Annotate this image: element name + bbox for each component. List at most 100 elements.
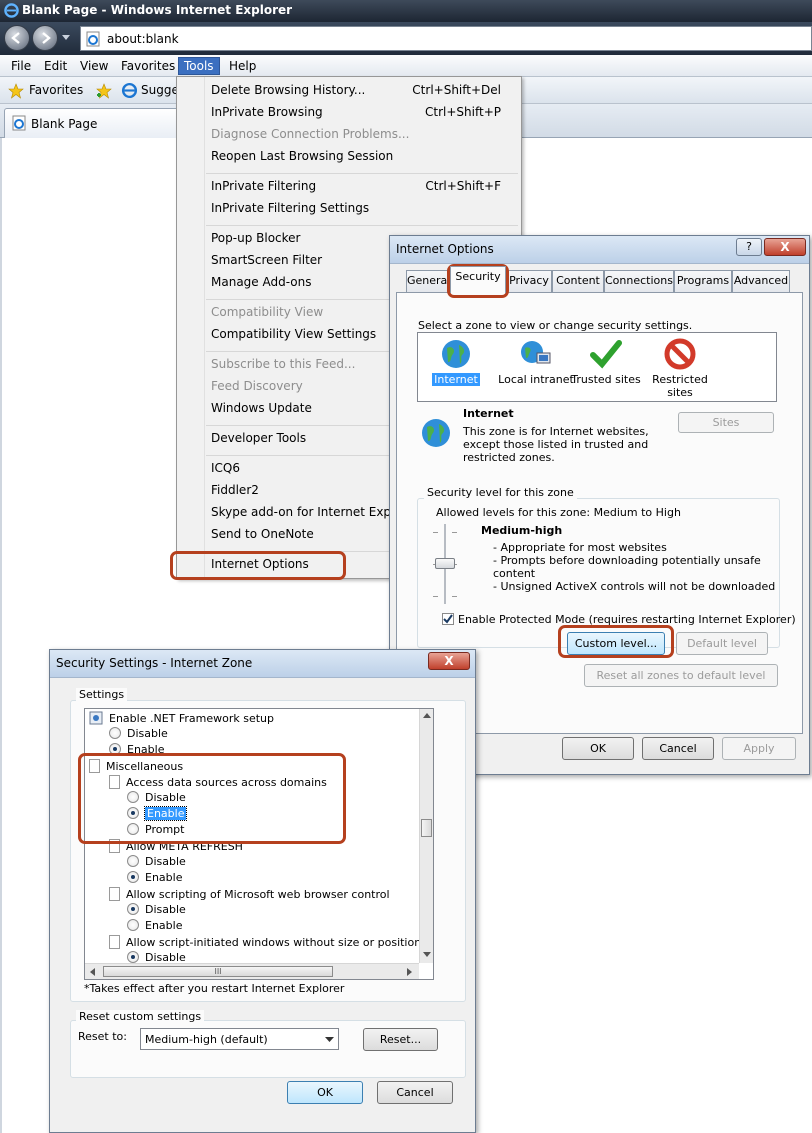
menu-view[interactable]: View (75, 58, 113, 76)
zone-desc-line1: This zone is for Internet websites, (463, 425, 649, 438)
close-button[interactable]: X (764, 238, 806, 256)
forward-button[interactable] (32, 25, 58, 51)
menu-bar: File Edit View Favorites Tools Help (0, 55, 812, 77)
slider-tick (433, 532, 438, 533)
menu-item-popup-blocker[interactable]: Pop-up Blocker (211, 231, 300, 245)
menu-item-manage-addons[interactable]: Manage Add-ons (211, 275, 311, 289)
zone-prompt: Select a zone to view or change security… (418, 319, 693, 332)
tab-programs[interactable]: Programs (674, 270, 732, 292)
sites-button[interactable]: Sites (678, 412, 774, 433)
menu-file[interactable]: File (6, 58, 36, 76)
tree-label: Enable .NET Framework setup (109, 712, 275, 725)
menu-item-reopen-session[interactable]: Reopen Last Browsing Session (211, 149, 393, 163)
radio-label: Enable (145, 919, 183, 932)
vertical-scrollbar[interactable] (419, 709, 433, 963)
history-dropdown-icon[interactable] (61, 34, 71, 42)
menu-item-inprivate-filtering[interactable]: InPrivate Filtering (211, 179, 316, 193)
menu-help[interactable]: Help (224, 58, 261, 76)
menu-favorites[interactable]: Favorites (116, 58, 180, 76)
help-button[interactable]: ? (736, 238, 762, 256)
menu-item-windows-update[interactable]: Windows Update (211, 401, 312, 415)
radio-scripting-disable[interactable]: Disable (127, 903, 186, 916)
back-button[interactable] (4, 25, 30, 51)
tab-blank-page[interactable]: Blank Page (4, 108, 180, 138)
add-favorites-icon[interactable] (96, 83, 112, 99)
window-title: Blank Page - Windows Internet Explorer (22, 3, 293, 17)
tab-page-icon (12, 115, 26, 131)
slider-tick (452, 596, 457, 597)
zone-restricted-sites[interactable]: Restricted sites (640, 337, 720, 399)
menu-item-smartscreen[interactable]: SmartScreen Filter (211, 253, 322, 267)
radio-meta-disable[interactable]: Disable (127, 855, 186, 868)
menu-item-delete-history[interactable]: Delete Browsing History... (211, 83, 365, 97)
security-level-slider[interactable] (433, 524, 457, 604)
zone-trusted-sites[interactable]: Trusted sites (570, 337, 642, 386)
menu-separator (206, 173, 518, 174)
radio-button[interactable] (127, 919, 139, 931)
menu-item-send-onenote[interactable]: Send to OneNote (211, 527, 314, 541)
slider-thumb[interactable] (435, 558, 455, 569)
menu-item-icq6[interactable]: ICQ6 (211, 461, 240, 475)
favorites-star-icon (8, 83, 24, 99)
ok-button[interactable]: OK (562, 737, 634, 760)
address-bar[interactable]: about:blank (80, 26, 812, 51)
level-bullet-4: - Unsigned ActiveX controls will not be … (493, 580, 776, 593)
menu-item-compat-view: Compatibility View (211, 305, 324, 319)
apply-button[interactable]: Apply (722, 737, 796, 760)
reset-button[interactable]: Reset... (363, 1028, 438, 1051)
zone-local-intranet[interactable]: Local intranet (496, 337, 576, 386)
tab-general[interactable]: General (406, 270, 450, 292)
h-scrollbar-thumb[interactable]: III (103, 966, 333, 977)
menu-item-feed-discovery: Feed Discovery (211, 379, 303, 393)
menu-edit[interactable]: Edit (39, 58, 72, 76)
page-icon (109, 887, 120, 901)
tab-content[interactable]: Content (552, 270, 604, 292)
menu-item-skype-addon[interactable]: Skype add-on for Internet Explore (211, 505, 414, 519)
zone-internet[interactable]: Internet (420, 337, 492, 386)
radio-net-disable[interactable]: Disable (109, 727, 168, 740)
reset-all-zones-button[interactable]: Reset all zones to default level (584, 664, 778, 687)
protected-mode-checkbox[interactable] (442, 613, 454, 625)
radio-label: Enable (145, 871, 183, 884)
scroll-right-icon[interactable] (407, 968, 413, 976)
cancel-button[interactable]: Cancel (377, 1081, 453, 1104)
scroll-up-icon[interactable] (423, 712, 431, 718)
menu-item-developer-tools[interactable]: Developer Tools (211, 431, 306, 445)
dialog-title-bar: Internet Options ? X (390, 236, 809, 264)
menu-item-compat-view-settings[interactable]: Compatibility View Settings (211, 327, 376, 341)
tab-connections[interactable]: Connections (604, 270, 674, 292)
close-button[interactable]: X (428, 652, 470, 670)
radio-button[interactable] (127, 951, 139, 963)
settings-tree[interactable]: Enable .NET Framework setup Disable Enab… (84, 708, 434, 980)
ok-button[interactable]: OK (287, 1081, 363, 1104)
zone-desc-line2: except those listed in trusted and (463, 438, 649, 451)
reset-custom-group-label: Reset custom settings (76, 1010, 205, 1023)
radio-button[interactable] (127, 871, 139, 883)
cancel-button[interactable]: Cancel (642, 737, 714, 760)
page-icon (86, 31, 100, 47)
menu-item-inprivate-browsing[interactable]: InPrivate Browsing (211, 105, 323, 119)
menu-item-fiddler2[interactable]: Fiddler2 (211, 483, 259, 497)
radio-button[interactable] (109, 727, 121, 739)
tab-security[interactable]: Security (450, 266, 506, 293)
radio-button[interactable] (127, 903, 139, 915)
radio-scripting-enable[interactable]: Enable (127, 919, 182, 932)
menu-item-diagnose: Diagnose Connection Problems... (211, 127, 410, 141)
reset-to-select[interactable]: Medium-high (default) (140, 1028, 339, 1050)
radio-button[interactable] (127, 855, 139, 867)
reset-to-label: Reset to: (78, 1030, 127, 1043)
scrollbar-thumb[interactable] (421, 819, 432, 837)
tree-node-scripting-browser: Allow scripting of Microsoft web browser… (109, 887, 390, 901)
menu-tools[interactable]: Tools (178, 57, 220, 75)
tab-advanced[interactable]: Advanced (732, 270, 790, 292)
tree-node-script-windows: Allow script-initiated windows without s… (109, 935, 433, 949)
horizontal-scrollbar[interactable]: III (85, 963, 419, 979)
menu-item-inprivate-filtering-settings[interactable]: InPrivate Filtering Settings (211, 201, 369, 215)
radio-meta-enable[interactable]: Enable (127, 871, 182, 884)
menu-separator (206, 225, 518, 226)
tab-privacy[interactable]: Privacy (506, 270, 552, 292)
default-level-button[interactable]: Default level (676, 632, 768, 655)
scroll-down-icon[interactable] (423, 952, 431, 958)
scroll-left-icon[interactable] (89, 968, 95, 976)
favorites-button[interactable]: Favorites (29, 83, 83, 97)
